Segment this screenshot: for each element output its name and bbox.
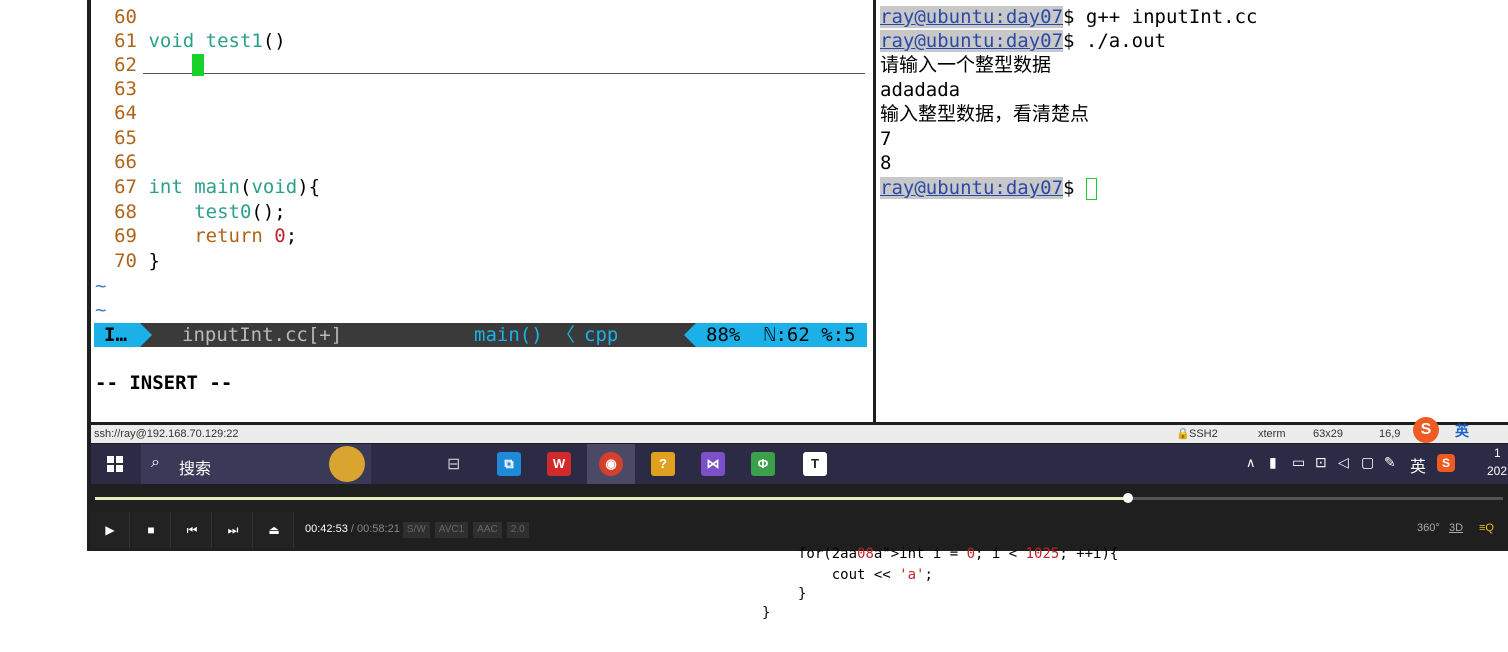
background-code-line: } <box>762 605 771 621</box>
display-icon[interactable]: ▢ <box>1361 454 1374 471</box>
empty-line-tilde: ~ <box>95 299 107 321</box>
status-position: 88% ℕ:62 %:5 <box>696 323 867 347</box>
tray-chevron-icon[interactable]: ∧ <box>1246 455 1256 471</box>
code-line-60: 60 <box>114 6 137 28</box>
vr360-button[interactable]: 360° <box>1417 522 1440 534</box>
codec-tag: 2.0 <box>506 522 529 538</box>
taskbar-search-box[interactable]: ⌕ 搜索 <box>141 444 371 484</box>
time-current: 00:42:53 <box>305 523 348 535</box>
player-controls: ▶ ■ ⏮ ⏭ ⏏ 00:42:53 / 00:58:21 S/W AVC1 AAC… <box>91 512 1508 548</box>
3d-button[interactable]: 3D <box>1449 522 1463 534</box>
qt-creator-icon[interactable]: Φ <box>751 452 775 476</box>
code-line-64: 64 <box>114 102 137 124</box>
vim-editor-pane[interactable]: 60 61 void test1() 62 63 64 65 66 67 int… <box>91 0 873 422</box>
microphone-icon[interactable]: ▮ <box>1269 454 1277 471</box>
playback-time: 00:42:53 / 00:58:21 S/W AVC1 AAC 2.0 <box>305 522 534 538</box>
background-code-line: for(2aa08a">int i = 0; i < 1025; ++i){ <box>798 546 1119 562</box>
typora-icon[interactable]: T <box>803 452 827 476</box>
powerline-separator <box>684 323 696 347</box>
playlist-button[interactable]: ≡Q <box>1479 522 1494 534</box>
code-line-65: 65 <box>114 127 137 149</box>
terminal-line: ray@ubuntu:day07$ ./a.out <box>880 30 1166 52</box>
codec-tag: AVC1 <box>434 522 469 538</box>
terminal-line: adadada <box>880 79 961 101</box>
help-app-icon[interactable]: ? <box>651 452 675 476</box>
codec-tag: S/W <box>402 522 430 538</box>
terminal-line: 请输入一个整型数据 <box>880 54 1052 76</box>
powerline-separator <box>140 323 152 347</box>
network-icon[interactable]: ⊡ <box>1315 454 1327 471</box>
cursorline-underline <box>143 73 865 74</box>
seek-bar-remaining[interactable] <box>1128 497 1503 500</box>
terminal-size: 63x29 <box>1313 428 1343 440</box>
terminal-cursor <box>1085 177 1097 200</box>
clock-time[interactable]: 1 <box>1494 446 1501 460</box>
terminal-line: 8 <box>880 152 892 174</box>
play-button[interactable]: ▶ <box>91 512 130 548</box>
mode-indicator: I… <box>94 323 140 347</box>
battery-icon[interactable]: ▭ <box>1292 454 1305 471</box>
next-button[interactable]: ⏭ <box>214 512 253 548</box>
ime-language[interactable]: 英 <box>1455 422 1469 440</box>
pen-icon[interactable]: ✎ <box>1384 454 1396 471</box>
stop-button[interactable]: ■ <box>132 512 171 548</box>
task-view-icon[interactable]: ⊟ <box>447 454 460 474</box>
protocol-label: SSH2 <box>1189 428 1218 440</box>
code-line-62: 62 <box>114 54 137 76</box>
empty-line-tilde: ~ <box>95 275 107 297</box>
background-code-line: cout << 'a'; <box>798 567 933 583</box>
terminal-pane[interactable]: ray@ubuntu:day07$ g++ inputInt.cc ray@ub… <box>876 0 1508 422</box>
terminal-line: 输入整型数据，看清楚点 <box>880 103 1090 125</box>
clock-date[interactable]: 202 <box>1487 464 1507 478</box>
sogou-tray-icon[interactable]: S <box>1437 454 1455 472</box>
xshell-status-bar: ssh://ray@192.168.70.129:22 🔒 SSH2 xterm… <box>91 417 1508 443</box>
xshell-icon[interactable]: ◉ <box>599 452 623 476</box>
sogou-ime-icon[interactable]: S <box>1413 417 1439 443</box>
tray-language[interactable]: 英 <box>1410 453 1426 477</box>
insert-mode-label: -- INSERT -- <box>95 372 233 394</box>
status-function: main() <box>474 324 543 346</box>
text-cursor <box>192 54 204 76</box>
seek-bar-played[interactable] <box>95 497 1128 500</box>
cursor-position: 16,9 <box>1379 428 1401 440</box>
status-percent: 88% <box>706 324 741 346</box>
visual-studio-icon[interactable]: ⋈ <box>701 452 725 476</box>
windows-start-icon[interactable] <box>107 456 123 472</box>
code-line-67: 67 int main(void){ <box>114 176 321 198</box>
background-code-line: } <box>798 586 807 602</box>
code-line-63: 63 <box>114 78 137 100</box>
status-line-col: ℕ:62 %:5 <box>764 324 856 346</box>
vmware-icon[interactable]: ⧉ <box>497 452 521 476</box>
wps-icon[interactable]: W <box>547 452 571 476</box>
search-highlight-icon <box>329 446 365 482</box>
terminal-line: ray@ubuntu:day07$ <box>880 176 1097 200</box>
windows-taskbar: ⌕ 搜索 ⊟ ⧉ W ◉ ? ⋈ Φ T ∧ ▮ ▭ ⊡ ◁ ▢ ✎ 英 S 1… <box>91 444 1508 484</box>
code-line-61: 61 void test1() <box>114 30 286 52</box>
code-line-68: 68 test0(); <box>114 201 286 223</box>
code-line-66: 66 <box>114 151 137 173</box>
search-icon: ⌕ <box>151 454 160 471</box>
status-separator: 〈 <box>556 324 576 346</box>
terminal-type: xterm <box>1258 428 1286 440</box>
vim-statusline: I… inputInt.cc[+] main() 〈 cpp 88% ℕ:62 … <box>94 323 867 347</box>
seek-handle[interactable] <box>1123 493 1133 503</box>
lock-icon: 🔒 <box>1176 428 1190 440</box>
time-total: / 00:58:21 <box>350 523 400 535</box>
volume-icon[interactable]: ◁ <box>1338 454 1349 471</box>
terminal-line: 7 <box>880 128 892 150</box>
code-line-70: 70 } <box>114 250 160 272</box>
code-line-69: 69 return 0; <box>114 225 298 247</box>
terminal-line: ray@ubuntu:day07$ g++ inputInt.cc <box>880 6 1258 28</box>
session-address: ssh://ray@192.168.70.129:22 <box>94 428 239 440</box>
codec-tag: AAC <box>473 522 502 538</box>
status-filetype: cpp <box>584 324 619 346</box>
search-label: 搜索 <box>179 459 212 478</box>
eject-button[interactable]: ⏏ <box>255 512 294 548</box>
previous-button[interactable]: ⏮ <box>173 512 212 548</box>
status-filename: inputInt.cc[+] <box>182 324 343 346</box>
